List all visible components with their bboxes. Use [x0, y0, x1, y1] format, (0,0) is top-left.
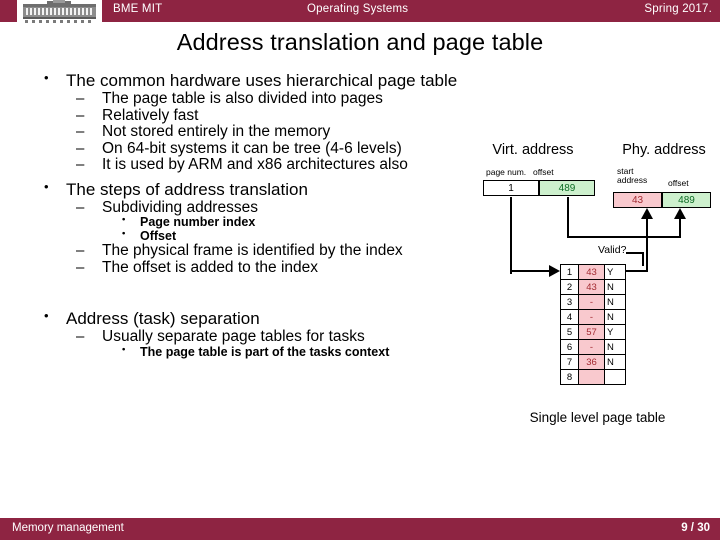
slide-body: The common hardware uses hierarchical pa… — [34, 71, 489, 359]
page-table-frame-cell — [578, 369, 605, 385]
page-table-valid-cell: Y — [604, 324, 626, 340]
physical-address-box: 43 489 — [613, 192, 711, 208]
page-table-row: 1 43 Y — [560, 264, 626, 280]
page-table-frame-cell: 57 — [578, 324, 605, 340]
virt-field-label-page-num: page num. — [486, 167, 527, 177]
page-table-row: 6-N — [560, 339, 626, 355]
page-table-frame-cell: - — [578, 294, 605, 310]
connector-offset-right — [567, 236, 681, 238]
page-table-valid-cell: N — [604, 339, 626, 355]
bullet-level1-address-task-separation: Address (task) separation — [34, 309, 489, 327]
bullet-level1-steps-of-address-translation: The steps of address translation — [34, 180, 489, 198]
connector-vertical-offset-stub — [567, 197, 569, 215]
bullet-level2-separate-page-tables: Usually separate page tables for tasks — [34, 329, 489, 345]
connector-valid-vertical — [642, 252, 644, 266]
page-table-row: 8 — [560, 369, 626, 385]
arrowhead-into-page-table — [549, 265, 560, 277]
connector-valid-horizontal — [626, 252, 644, 254]
arrowhead-into-physical-start — [641, 208, 653, 219]
phy-field-label-offset: offset — [668, 178, 689, 188]
page-table-index-cell: 4 — [560, 309, 579, 325]
footer-topic: Memory management — [12, 522, 124, 534]
page-table-valid-cell: N — [604, 294, 626, 310]
page-table-index-cell: 2 — [560, 279, 579, 295]
page-table-index-cell: 7 — [560, 354, 579, 370]
page-table-frame-cell: 43 — [578, 264, 605, 280]
bullet-level1-hierarchical-page-table: The common hardware uses hierarchical pa… — [34, 71, 489, 89]
page-table-frame-cell: - — [578, 339, 605, 355]
connector-pagenum-down — [510, 215, 512, 274]
page-table-frame-cell: 36 — [578, 354, 605, 370]
bullet-level2-arm-x86: It is used by ARM and x86 architectures … — [34, 157, 489, 173]
header-subject: Operating Systems — [307, 3, 409, 15]
connector-pagenum-right — [510, 270, 553, 272]
bullet-level3-offset: Offset — [34, 229, 489, 243]
valid-column-header: Valid? — [598, 244, 627, 256]
bullet-level2-relatively-fast: Relatively fast — [34, 107, 489, 124]
page-table-index-cell: 1 — [560, 264, 579, 280]
page-table-valid-cell: N — [604, 354, 626, 370]
page-table-index-cell: 6 — [560, 339, 579, 355]
phy-field-label-start-line2: address — [617, 174, 648, 185]
page-table-index-cell: 5 — [560, 324, 579, 340]
physical-address-offset-cell: 489 — [662, 192, 711, 208]
page-table-frame-cell: - — [578, 309, 605, 325]
bullet-level2-divided-into-pages: The page table is also divided into page… — [34, 91, 489, 107]
phy-field-label-start-address: start address — [617, 167, 647, 185]
virtual-address-page-num-cell: 1 — [483, 180, 539, 196]
page-table-valid-cell: N — [604, 279, 626, 295]
physical-address-label: Phy. address — [622, 142, 706, 158]
page-table-row: 5 57 Y — [560, 324, 626, 340]
connector-frame-up — [646, 214, 648, 272]
header-course: BME MIT — [113, 3, 163, 15]
connector-vertical-pagenum-stub — [510, 197, 512, 215]
page-table-index-cell: 8 — [560, 369, 579, 385]
arrowhead-into-physical-offset — [674, 208, 686, 219]
page-table-valid-cell: Y — [604, 264, 626, 280]
bullet-level3-page-number-index: Page number index — [34, 215, 489, 229]
page-table-row: 4-N — [560, 309, 626, 325]
page-title: Address translation and page table — [176, 29, 544, 55]
virtual-address-label: Virt. address — [492, 142, 574, 158]
bullet-level2-64bit-tree: On 64-bit systems it can be tree (4-6 le… — [34, 140, 489, 157]
connector-frame-right — [626, 270, 648, 272]
page-table-index-cell: 3 — [560, 294, 579, 310]
bullet-level2-offset-added-to-index: The offset is added to the index — [34, 259, 489, 276]
page-table-caption: Single level page table — [529, 410, 666, 425]
bme-building-logo-icon — [17, 0, 102, 26]
footer-page-number: 9 / 30 — [681, 522, 710, 534]
bullet-level2-physical-frame-identified: The physical frame is identified by the … — [34, 243, 489, 259]
page-table: 1 43 Y 2 43 N 3- N 4- N 5 57 Y 6- N 7 36 N 8 — [560, 264, 626, 385]
page-table-body: 1 43 Y 2 43 N 3- N 4- N 5 57 Y 6- N 7 36 N 8 — [560, 264, 626, 385]
page-table-row: 3-N — [560, 294, 626, 310]
bullet-level2-not-stored-entirely: Not stored entirely in the memory — [34, 124, 489, 140]
page-table-valid-cell: N — [604, 309, 626, 325]
page-table-row: 2 43 N — [560, 279, 626, 295]
page-table-row: 7 36 N — [560, 354, 626, 370]
slide: BME MIT Operating Systems Spring 2017. A… — [0, 0, 720, 540]
bullet-level3-page-table-tasks-context: The page table is part of the tasks cont… — [34, 345, 489, 359]
virtual-address-offset-cell: 489 — [539, 180, 595, 196]
virt-field-label-offset: offset — [533, 167, 554, 177]
physical-address-start-cell: 43 — [613, 192, 662, 208]
phy-field-label-start-line1: start — [617, 166, 634, 176]
connector-offset-down — [567, 215, 569, 238]
virtual-address-box: 1 489 — [483, 180, 595, 196]
page-table-valid-cell — [604, 369, 626, 385]
connector-offset-up — [679, 214, 681, 238]
header-term: Spring 2017. — [644, 3, 712, 15]
bullet-level2-subdividing-addresses: Subdividing addresses — [34, 199, 489, 216]
page-table-frame-cell: 43 — [578, 279, 605, 295]
